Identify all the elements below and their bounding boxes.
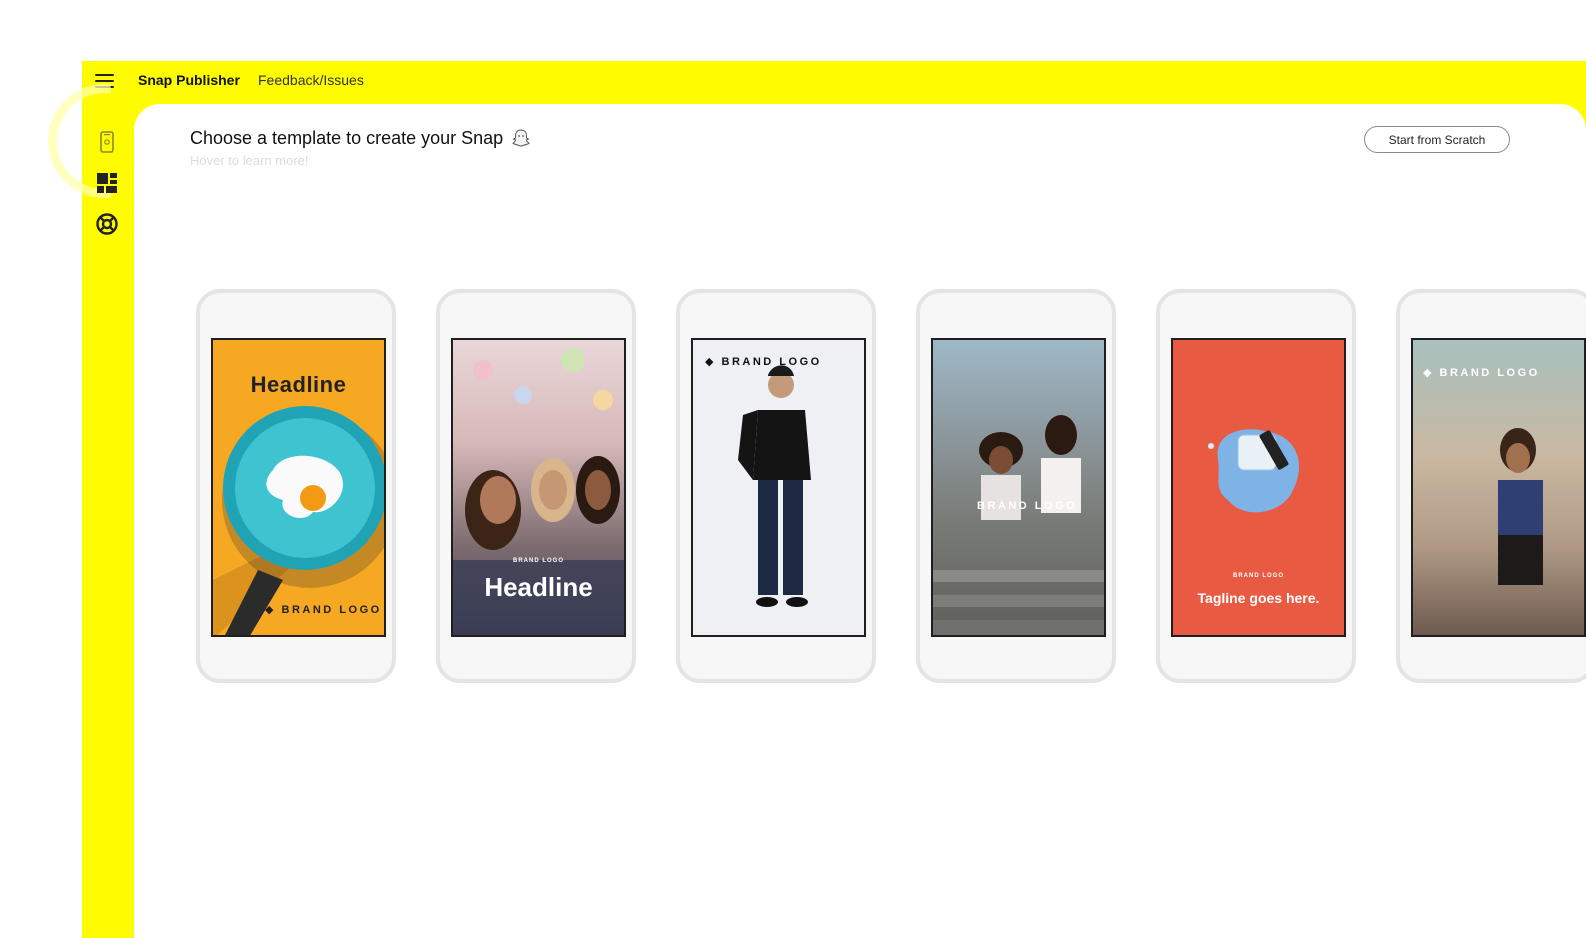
template-preview: ◆ BRAND LOGO	[691, 338, 866, 637]
page-title-text: Choose a template to create your Snap	[190, 128, 504, 148]
stairs-photo	[933, 415, 1104, 635]
template-card-headline-group[interactable]: BRAND LOGO Headline	[436, 289, 636, 683]
page-subtitle: Hover to learn more!	[190, 153, 309, 168]
template-preview: BRAND LOGO	[931, 338, 1106, 637]
top-bar: Snap Publisher Feedback/Issues	[82, 61, 1586, 103]
template-preview: ◆ BRAND LOGO	[1411, 338, 1586, 637]
phone-icon[interactable]	[94, 129, 120, 155]
template-preview: BRAND LOGO Headline	[451, 338, 626, 637]
brand-logo-label: BRAND LOGO	[513, 558, 564, 564]
app-name[interactable]: Snap Publisher	[138, 72, 240, 88]
model-photo	[738, 365, 811, 607]
dashboard-icon[interactable]	[94, 170, 120, 196]
brand-logo-label: BRAND LOGO	[977, 500, 1078, 512]
template-card-tagline[interactable]: BRAND LOGO Tagline goes here.	[1156, 289, 1356, 683]
ghost-icon	[512, 129, 530, 147]
brand-logo-label: ◆ BRAND LOGO	[1423, 367, 1540, 379]
template-card-stairs[interactable]: BRAND LOGO	[916, 289, 1116, 683]
start-from-scratch-button[interactable]: Start from Scratch	[1364, 126, 1510, 153]
template-preview: Headline ◆ BRAND LOGO	[211, 338, 386, 637]
brand-logo-label: ◆ BRAND LOGO	[265, 604, 382, 616]
brand-logo-label: ◆ BRAND LOGO	[705, 356, 822, 368]
template-preview: BRAND LOGO Tagline goes here.	[1171, 338, 1346, 637]
street-photo	[1498, 428, 1543, 585]
content-panel: Choose a template to create your Snap Ho…	[134, 104, 1586, 938]
template-headline: Headline	[484, 572, 593, 602]
feedback-link[interactable]: Feedback/Issues	[258, 72, 364, 88]
template-headline: Headline	[250, 372, 347, 397]
template-tagline: Tagline goes here.	[1197, 590, 1320, 606]
page-title: Choose a template to create your Snap	[190, 128, 530, 149]
lifebuoy-icon[interactable]	[94, 211, 120, 237]
template-card-headline-egg[interactable]: Headline ◆ BRAND LOGO	[196, 289, 396, 683]
brand-logo-label: BRAND LOGO	[1233, 573, 1284, 579]
template-card-street[interactable]: ◆ BRAND LOGO	[1396, 289, 1586, 683]
template-card-product-model[interactable]: ◆ BRAND LOGO	[676, 289, 876, 683]
